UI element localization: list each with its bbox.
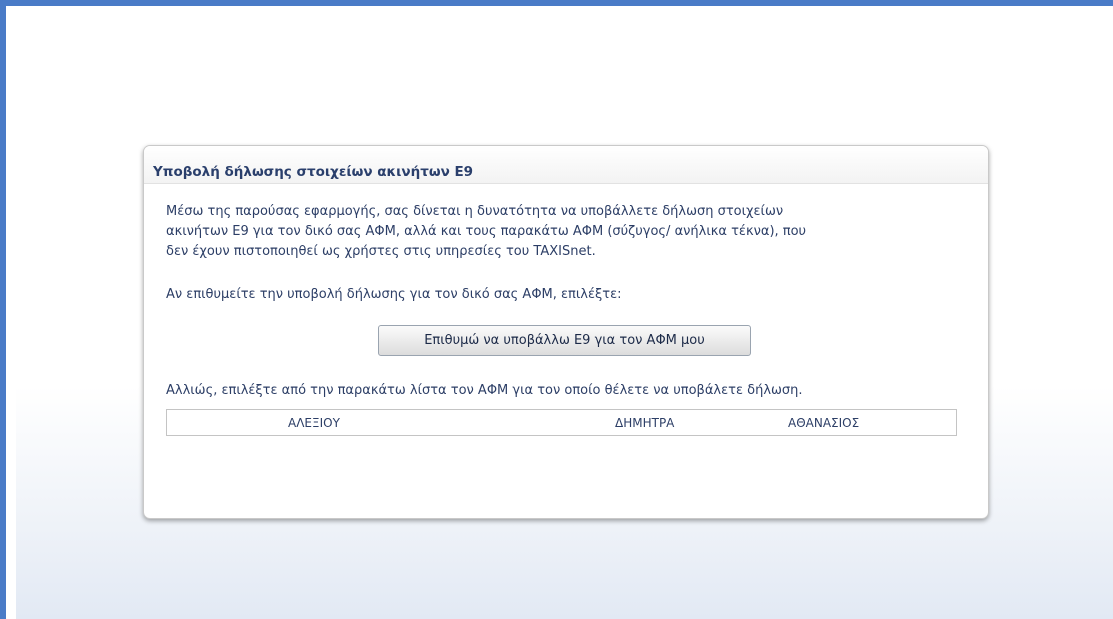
taxpayer-father-name: ΑΘΑΝΑΣΙΟΣ: [788, 416, 860, 430]
button-container: Επιθυμώ να υποβάλλω Ε9 για τον ΑΦΜ μου: [166, 325, 988, 356]
submit-own-afm-button[interactable]: Επιθυμώ να υποβάλλω Ε9 για τον ΑΦΜ μου: [378, 325, 751, 356]
panel-header: Υποβολή δήλωσης στοιχείων ακινήτων Ε9: [144, 146, 988, 184]
panel-body: Μέσω της παρούσας εφαρμογής, σας δίνεται…: [144, 184, 988, 436]
panel-title: Υποβολή δήλωσης στοιχείων ακινήτων Ε9: [153, 164, 474, 180]
intro-line: δεν έχουν πιστοποιηθεί ως χρήστες στις υ…: [166, 244, 596, 259]
intro-text: Μέσω της παρούσας εφαρμογής, σας δίνεται…: [166, 202, 956, 262]
intro-line: ακινήτων Ε9 για τον δικό σας ΑΦΜ, αλλά κ…: [166, 224, 807, 239]
page-frame: Υποβολή δήλωσης στοιχείων ακινήτων Ε9 Μέ…: [0, 0, 1113, 619]
taxpayer-first-name: ΔΗΜΗΤΡΑ: [615, 416, 675, 430]
intro-line: Μέσω της παρούσας εφαρμογής, σας δίνεται…: [166, 204, 784, 219]
other-afm-prompt: Αλλιώς, επιλέξτε από την παρακάτω λίστα …: [166, 383, 803, 398]
e9-submission-panel: Υποβολή δήλωσης στοιχείων ακινήτων Ε9 Μέ…: [143, 145, 989, 519]
taxpayer-row[interactable]: ΑΛΕΞΙΟΥ ΔΗΜΗΤΡΑ ΑΘΑΝΑΣΙΟΣ: [167, 410, 956, 435]
taxpayer-list: ΑΛΕΞΙΟΥ ΔΗΜΗΤΡΑ ΑΘΑΝΑΣΙΟΣ: [166, 409, 957, 436]
taxpayer-surname: ΑΛΕΞΙΟΥ: [288, 416, 340, 430]
own-afm-prompt: Αν επιθυμείτε την υποβολή δήλωσης για το…: [166, 287, 622, 302]
